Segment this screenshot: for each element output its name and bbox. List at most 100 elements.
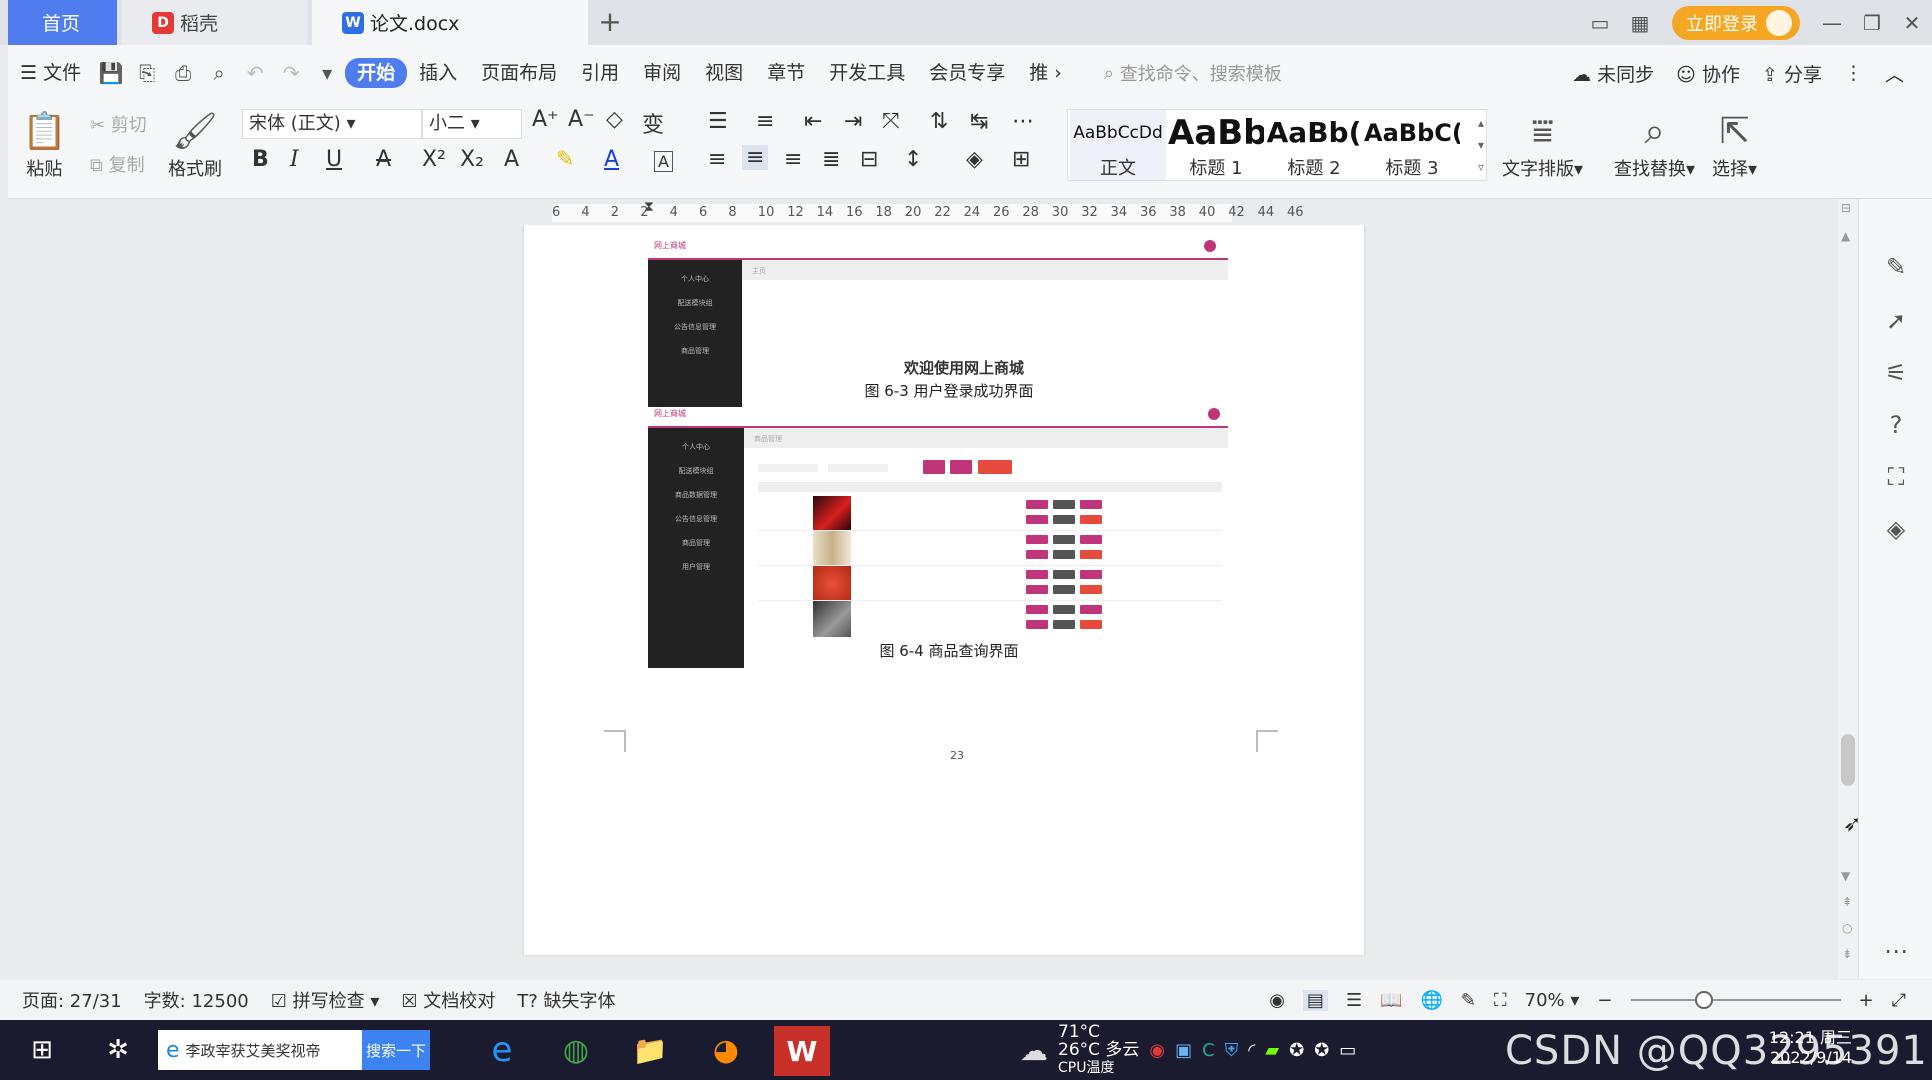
qq-icon[interactable]: ✪ xyxy=(1314,1040,1329,1061)
browser-360-icon[interactable]: ◍ xyxy=(552,1030,600,1070)
font-color-icon[interactable]: A xyxy=(604,147,619,172)
web-view-icon[interactable]: 🌐 xyxy=(1421,990,1443,1011)
file-menu[interactable]: ☰ 文件 xyxy=(8,53,93,93)
style-normal[interactable]: AaBbCcDd 正文 xyxy=(1070,110,1166,180)
wifi-icon[interactable]: ◜ xyxy=(1248,1040,1255,1061)
tab-start[interactable]: 开始 xyxy=(345,58,408,88)
format-painter-button[interactable]: 🖌 格式刷 xyxy=(168,109,222,181)
eye-protection-icon[interactable]: ◉ xyxy=(1269,990,1285,1011)
sort-icon[interactable]: ⇅ xyxy=(930,109,948,134)
select-browse-object-icon[interactable]: ○ xyxy=(1842,921,1852,935)
command-search-input[interactable]: ⌕ 查找命令、搜索模板 xyxy=(1104,60,1282,86)
print-icon[interactable]: ⎙ xyxy=(165,55,201,91)
more-icon[interactable]: ⋯ xyxy=(1881,937,1911,967)
tab-references[interactable]: 引用 xyxy=(569,53,631,93)
tray-app-icon[interactable]: ◉ xyxy=(1149,1040,1165,1061)
collapse-ribbon-icon[interactable]: ︿ xyxy=(1885,60,1904,87)
customize-chevron-icon[interactable]: ▾ xyxy=(309,55,345,91)
bold-icon[interactable]: B xyxy=(252,147,269,172)
tab-member[interactable]: 会员专享 xyxy=(917,53,1017,93)
write-mode-icon[interactable]: ✎ xyxy=(1461,990,1476,1011)
phonetic-guide-icon[interactable]: 变 xyxy=(642,107,664,139)
app-fox-icon[interactable]: ◕ xyxy=(702,1030,750,1070)
spell-check-button[interactable]: ☑ 拼写检查 ▾ xyxy=(271,987,380,1013)
close-icon[interactable]: ✕ xyxy=(1892,3,1932,43)
tab-document[interactable]: W 论文.docx xyxy=(312,0,588,45)
superscript-icon[interactable]: X² xyxy=(422,147,446,172)
zoom-slider[interactable] xyxy=(1630,991,1841,1009)
text-direction-icon[interactable]: ↹ xyxy=(970,109,988,134)
tab-page-layout[interactable]: 页面布局 xyxy=(469,53,569,93)
sync-status-button[interactable]: ☁ 未同步 xyxy=(1572,60,1654,87)
share-button[interactable]: ⇪ 分享 xyxy=(1762,60,1822,87)
subscript-icon[interactable]: X₂ xyxy=(460,147,484,172)
location-icon[interactable]: ◈ xyxy=(1881,515,1911,545)
collab-button[interactable]: ☺ 协作 xyxy=(1676,60,1740,87)
taskbar-search-button[interactable]: 搜索一下 xyxy=(362,1030,430,1070)
word-count[interactable]: 字数: 12500 xyxy=(144,987,249,1013)
zoom-level[interactable]: 70% ▾ xyxy=(1525,990,1580,1011)
find-replace-button[interactable]: ⌕ 查找替换▾ xyxy=(1614,109,1695,181)
tab-view[interactable]: 视图 xyxy=(693,53,755,93)
highlight-icon[interactable]: ✎ xyxy=(556,147,574,172)
restore-icon[interactable]: ❐ xyxy=(1852,3,1892,43)
indent-marker-icon[interactable]: ⧗ xyxy=(644,199,654,215)
style-gallery-scroll-icon[interactable]: ▴ ▾ ▿ xyxy=(1478,112,1484,178)
vertical-scrollbar[interactable]: ⊟ ▲ ▼ ⇞ ○ ⇟ xyxy=(1838,199,1858,979)
new-tab-button[interactable]: + xyxy=(594,6,626,38)
document-page[interactable]: 网上商城 个人中心 配送模块组 公告信息管理 商品管理 主页 欢迎使用网上商城 … xyxy=(524,225,1364,955)
char-border-icon[interactable]: A xyxy=(654,151,673,172)
horizontal-ruler[interactable]: 6 4 2 2 4 6 8 10 12 14 16 18 20 22 24 26 28 30 32 34 36 38 40 4… xyxy=(0,199,1932,225)
tab-daoke[interactable]: D 稻壳 xyxy=(122,0,307,45)
style-heading-1[interactable]: AaBb 标题 1 xyxy=(1168,110,1264,180)
underline-icon[interactable]: U xyxy=(326,147,342,172)
borders-icon[interactable]: ⊞ xyxy=(1012,147,1030,172)
tab-developer[interactable]: 开发工具 xyxy=(817,53,917,93)
tab-review[interactable]: 审阅 xyxy=(631,53,693,93)
show-marks-icon[interactable]: ⋯ xyxy=(1012,109,1034,134)
bullet-list-icon[interactable]: ☰ xyxy=(708,109,728,134)
tray-app-icon[interactable]: ▣ xyxy=(1175,1040,1192,1061)
numbered-list-icon[interactable]: ≡ xyxy=(756,109,774,134)
grid-apps-icon[interactable]: ▦ xyxy=(1620,3,1660,43)
decrease-indent-icon[interactable]: ⇤ xyxy=(804,109,822,134)
grow-font-icon[interactable]: A⁺ xyxy=(532,107,559,132)
shrink-font-icon[interactable]: A⁻ xyxy=(568,107,595,132)
save-icon[interactable]: 💾 xyxy=(93,55,129,91)
font-name-select[interactable]: 宋体 (正文) ▾ xyxy=(242,109,422,139)
strikethrough-icon[interactable]: A xyxy=(376,147,391,172)
file-explorer-icon[interactable]: 📁 xyxy=(626,1030,674,1070)
help-icon[interactable]: ? xyxy=(1881,411,1911,441)
line-spacing-icon[interactable]: ↕ xyxy=(904,147,922,172)
justify-icon[interactable]: ≣ xyxy=(822,147,840,172)
undo-icon[interactable]: ↶ xyxy=(237,55,273,91)
style-heading-2[interactable]: AaBb( 标题 2 xyxy=(1266,110,1362,180)
select-button[interactable]: ⇱ 选择▾ xyxy=(1712,109,1757,181)
doc-proof-button[interactable]: ☒ 文档校对 xyxy=(401,987,495,1013)
scroll-down-icon[interactable]: ▼ xyxy=(1841,869,1850,883)
redo-icon[interactable]: ↷ xyxy=(273,55,309,91)
scroll-up-icon[interactable]: ▲ xyxy=(1841,229,1850,243)
battery-icon[interactable]: ▭ xyxy=(1339,1040,1356,1061)
document-canvas[interactable]: 网上商城 个人中心 配送模块组 公告信息管理 商品管理 主页 欢迎使用网上商城 … xyxy=(8,225,1838,980)
print-preview-icon[interactable]: ⌕ xyxy=(201,55,237,91)
distribute-icon[interactable]: ⊟ xyxy=(860,147,878,172)
tab-insert[interactable]: 插入 xyxy=(407,53,469,93)
font-size-select[interactable]: 小二 ▾ xyxy=(422,109,522,139)
windows-start-icon[interactable]: ⊞ xyxy=(22,1030,62,1070)
zoom-in-icon[interactable]: + xyxy=(1859,990,1874,1011)
cut-button[interactable]: ✂ 剪切 xyxy=(90,111,147,137)
paste-button[interactable]: 📋 粘贴 xyxy=(22,109,67,181)
fit-page-icon[interactable]: ⛶ xyxy=(1494,990,1507,1011)
align-center-icon[interactable]: ≡ xyxy=(742,145,769,170)
more-options-icon[interactable]: ⋮ xyxy=(1844,62,1863,84)
page-view-icon[interactable]: ▤ xyxy=(1302,989,1328,1011)
export-pdf-icon[interactable]: ⎘ xyxy=(129,55,165,91)
weather-widget[interactable]: 71°C 26°C 多云 CPU温度 xyxy=(1058,1023,1139,1077)
split-view-icon[interactable]: ⊟ xyxy=(1841,201,1851,215)
tray-app-icon[interactable]: C xyxy=(1202,1040,1215,1061)
style-heading-3[interactable]: AaBbC( 标题 3 xyxy=(1364,110,1460,180)
text-effect-icon[interactable]: A xyxy=(504,147,519,172)
italic-icon[interactable]: I xyxy=(290,147,299,172)
tab-chapter[interactable]: 章节 xyxy=(755,53,817,93)
